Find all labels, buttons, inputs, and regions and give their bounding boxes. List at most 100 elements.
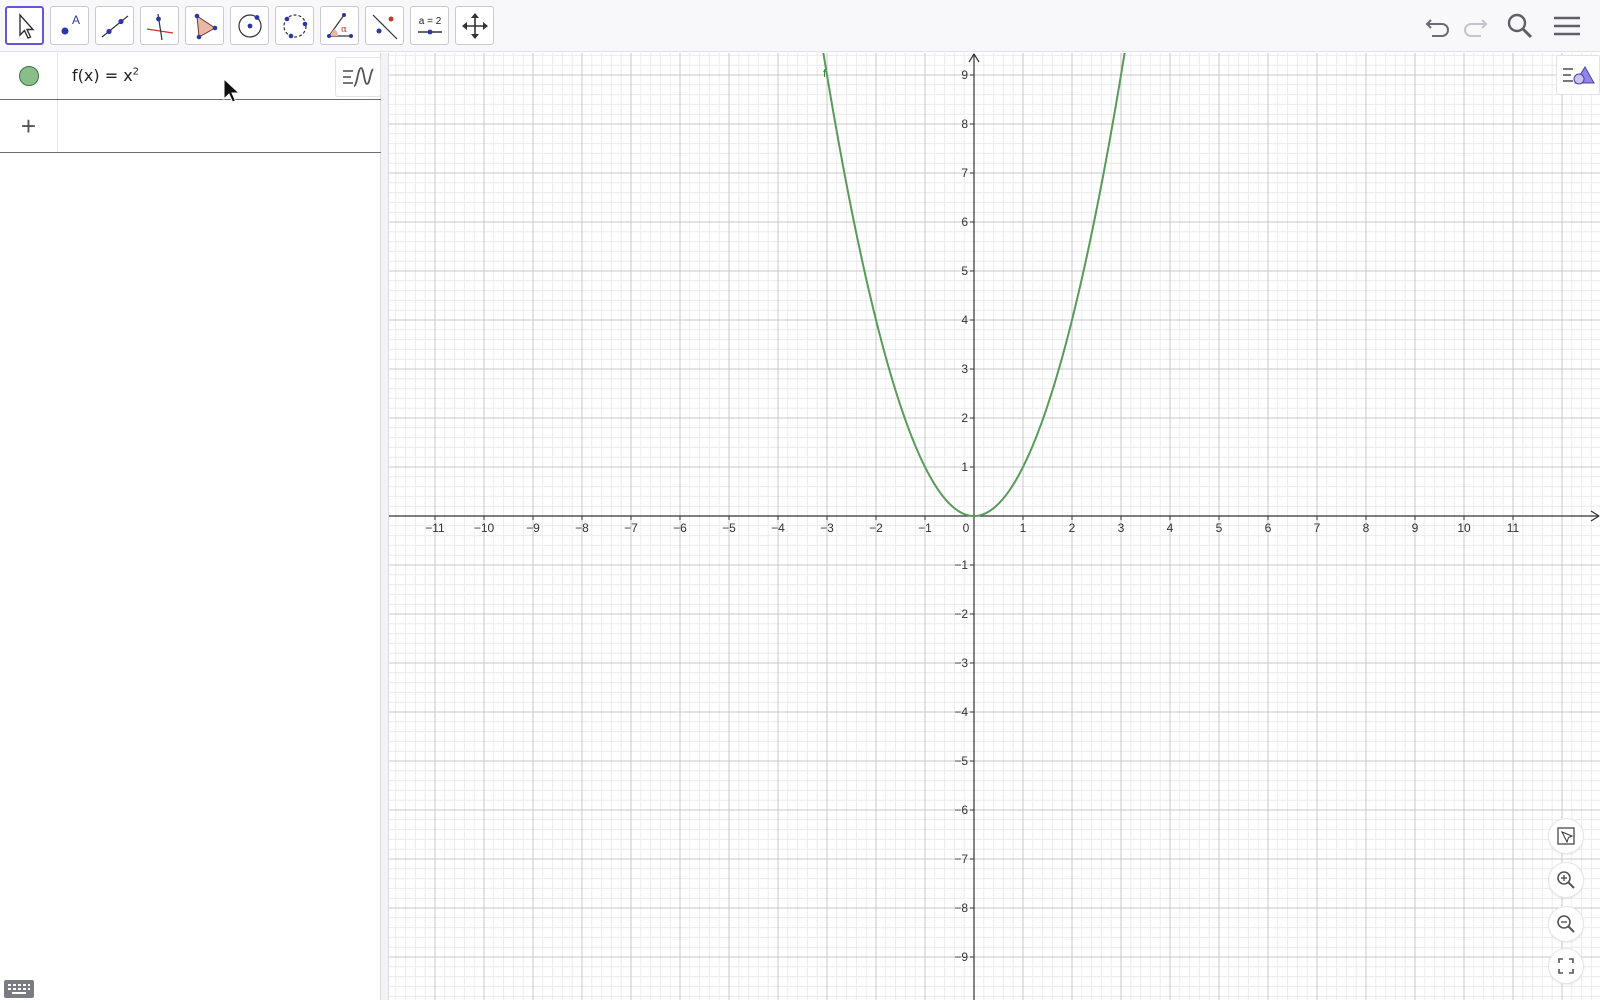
keyboard-icon bbox=[8, 984, 30, 994]
graphics-style-button[interactable] bbox=[1556, 55, 1600, 95]
x-tick-label: −5 bbox=[722, 521, 736, 535]
svg-text:A: A bbox=[72, 13, 80, 27]
point-icon: A bbox=[61, 13, 80, 34]
y-tick-label: −6 bbox=[954, 803, 968, 817]
visibility-toggle[interactable] bbox=[0, 53, 58, 99]
y-tick-label: −7 bbox=[954, 852, 968, 866]
x-tick-label: −8 bbox=[575, 521, 589, 535]
polygon-tool-button[interactable] bbox=[185, 6, 224, 45]
circle-three-points-icon bbox=[282, 13, 307, 38]
function-exponent: 2 bbox=[132, 66, 140, 78]
x-tick-label: −2 bbox=[869, 521, 883, 535]
fullscreen-button[interactable] bbox=[1548, 948, 1584, 984]
x-tick-label: −1 bbox=[918, 521, 932, 535]
x-tick-label: 5 bbox=[1216, 521, 1223, 535]
x-tick-label: −11 bbox=[425, 521, 445, 535]
algebra-entry-f[interactable]: f(x) = x2 bbox=[0, 53, 381, 100]
y-tick-label: −5 bbox=[954, 754, 968, 768]
algebra-view: f(x) = x2 + bbox=[0, 53, 381, 1000]
menu-icon bbox=[1554, 16, 1580, 36]
x-tick-label: 1 bbox=[1020, 521, 1027, 535]
undo-icon bbox=[1425, 19, 1449, 37]
x-tick-label: −4 bbox=[771, 521, 785, 535]
circle-center-point-icon bbox=[237, 13, 262, 38]
y-tick-label: −3 bbox=[954, 656, 968, 670]
x-tick-label: −6 bbox=[673, 521, 687, 535]
move-tool-button[interactable] bbox=[5, 6, 44, 45]
x-tick-label: −3 bbox=[820, 521, 834, 535]
x-tick-label: −9 bbox=[526, 521, 540, 535]
y-tick-label: −9 bbox=[954, 950, 968, 964]
reflect-tool-button[interactable] bbox=[365, 6, 404, 45]
add-input-marker: + bbox=[0, 100, 58, 152]
y-tick-label: 8 bbox=[961, 117, 968, 131]
arrow-pointer-icon bbox=[18, 12, 35, 39]
angle-tool-button[interactable]: α bbox=[320, 6, 359, 45]
x-tick-label: 10 bbox=[1457, 521, 1471, 535]
visibility-dot-icon bbox=[18, 66, 39, 86]
zoom-in-icon bbox=[1557, 871, 1575, 889]
graphics-view[interactable]: −11 −10 −9 −8 −7 −6 −5 −4 −3 −2 −1 0 1 2 3 4 5 6 7 8 9 10 11 −9… bbox=[389, 53, 1600, 1000]
keyboard-toggle-button[interactable] bbox=[4, 980, 34, 998]
search-icon bbox=[1507, 13, 1533, 39]
redo-icon bbox=[1464, 19, 1488, 37]
algebra-settings-icon bbox=[343, 67, 374, 87]
x-tick-label: −10 bbox=[474, 521, 495, 535]
x-tick-label: 8 bbox=[1363, 521, 1370, 535]
perpendicular-line-icon bbox=[146, 13, 173, 40]
zoom-out-button[interactable] bbox=[1548, 906, 1584, 942]
zoom-in-button[interactable] bbox=[1548, 862, 1584, 898]
toolbar: A α a = 2 bbox=[0, 0, 1600, 52]
move-arrows-icon bbox=[461, 12, 488, 39]
graph-canvas[interactable]: −11 −10 −9 −8 −7 −6 −5 −4 −3 −2 −1 0 1 2 3 4 5 6 7 8 9 10 11−9… bbox=[389, 53, 1600, 1000]
svg-text:α: α bbox=[341, 25, 347, 35]
line-icon bbox=[101, 15, 128, 37]
x-tick-label: 3 bbox=[1118, 521, 1125, 535]
circle-tool-button[interactable] bbox=[230, 6, 269, 45]
equals-sign: = bbox=[104, 66, 119, 85]
function-lhs: f(x) bbox=[72, 66, 100, 85]
main-menu-button[interactable] bbox=[1549, 8, 1585, 44]
undo-button[interactable] bbox=[1420, 8, 1456, 44]
plus-icon: + bbox=[20, 110, 37, 141]
circle-three-points-tool-button[interactable] bbox=[275, 6, 314, 45]
point-tool-button[interactable]: A bbox=[50, 6, 89, 45]
x-tick-label: 4 bbox=[1167, 521, 1174, 535]
perpendicular-line-tool-button[interactable] bbox=[140, 6, 179, 45]
search-button[interactable] bbox=[1502, 8, 1538, 44]
y-tick-label: 2 bbox=[961, 411, 968, 425]
x-tick-label: 6 bbox=[1265, 521, 1272, 535]
angle-icon: α bbox=[326, 12, 353, 38]
graphics-fit-button[interactable] bbox=[1548, 818, 1584, 854]
y-tick-label: −1 bbox=[954, 558, 968, 572]
slider-icon: a = 2 bbox=[417, 16, 442, 34]
reflect-line-icon bbox=[372, 14, 397, 39]
move-graphics-tool-button[interactable] bbox=[455, 6, 494, 45]
polygon-icon bbox=[194, 13, 217, 39]
graphics-settings-icon bbox=[1563, 66, 1595, 85]
panel-divider[interactable] bbox=[381, 53, 389, 1000]
y-tick-label: −2 bbox=[954, 607, 968, 621]
fullscreen-icon bbox=[1558, 958, 1574, 974]
x-tick-label: 9 bbox=[1412, 521, 1419, 535]
y-tick-label: 5 bbox=[961, 264, 968, 278]
x-tick-label: −7 bbox=[624, 521, 638, 535]
slider-tool-button[interactable]: a = 2 bbox=[410, 6, 449, 45]
mouse-cursor-icon bbox=[223, 78, 241, 103]
algebra-input-row[interactable]: + bbox=[0, 100, 381, 153]
algebra-menu-button[interactable] bbox=[335, 57, 381, 97]
y-tick-label: 3 bbox=[961, 362, 968, 376]
y-tick-label: 4 bbox=[961, 313, 968, 327]
y-tick-label: 7 bbox=[961, 166, 968, 180]
y-tick-label: 9 bbox=[961, 68, 968, 82]
y-tick-label: 6 bbox=[961, 215, 968, 229]
y-tick-label: −4 bbox=[954, 705, 968, 719]
standard-view-icon bbox=[1557, 827, 1575, 845]
function-definition[interactable]: f(x) = x2 bbox=[72, 66, 139, 85]
x-tick-label: 0 bbox=[963, 521, 970, 535]
y-tick-label: 1 bbox=[961, 460, 968, 474]
x-tick-label: 2 bbox=[1069, 521, 1076, 535]
redo-button[interactable] bbox=[1457, 8, 1493, 44]
line-tool-button[interactable] bbox=[95, 6, 134, 45]
y-tick-label: −8 bbox=[954, 901, 968, 915]
